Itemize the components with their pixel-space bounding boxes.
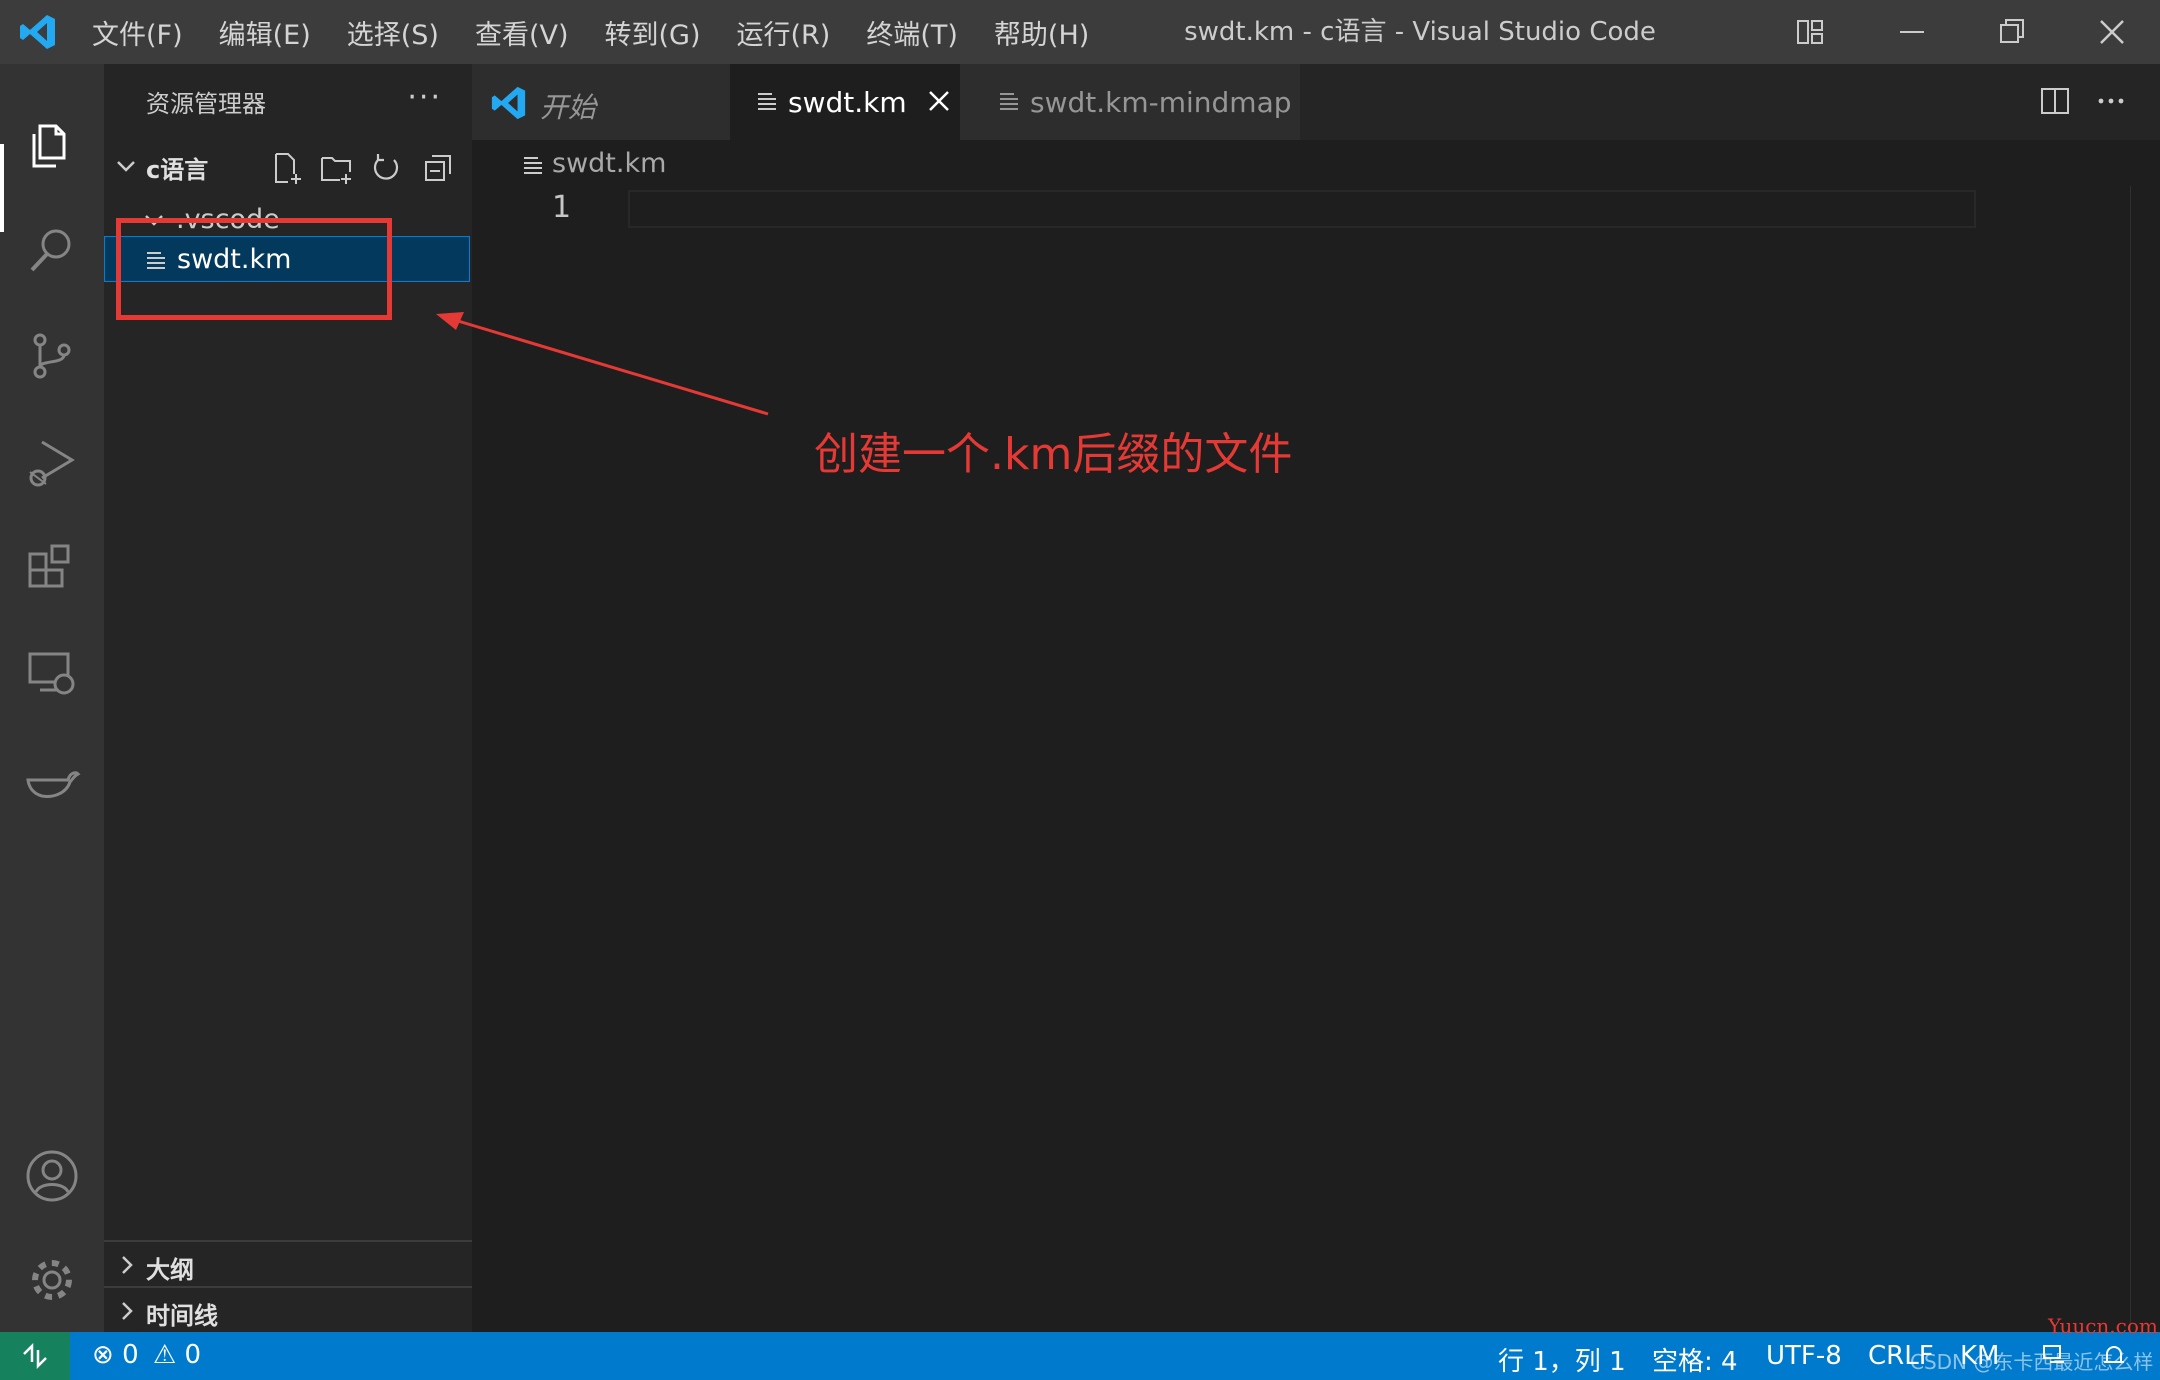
tab-label: swdt.km-mindmap	[1030, 86, 1292, 119]
timeline-section[interactable]: 时间线	[104, 1286, 472, 1334]
more-actions-icon[interactable]: ···	[407, 80, 442, 115]
file-lines-icon	[524, 157, 542, 174]
more-actions-icon[interactable]	[2094, 84, 2128, 118]
menu-terminal[interactable]: 终端(T)	[866, 13, 958, 52]
minimize-icon[interactable]	[1892, 12, 1932, 52]
tab-label: swdt.km	[788, 86, 907, 119]
tab-label: 开始	[540, 91, 597, 124]
new-folder-icon[interactable]	[318, 150, 354, 186]
tab-swdt-km[interactable]: swdt.km	[730, 64, 960, 140]
problems-indicator[interactable]: ⊗ 0 ⚠ 0	[92, 1340, 201, 1370]
chevron-right-icon	[122, 1256, 133, 1274]
watermark-text: CSDN @东卡西最近怎么样	[1910, 1350, 2154, 1374]
vscode-logo-icon	[491, 86, 526, 120]
error-count: 0	[122, 1340, 139, 1370]
remote-indicator[interactable]	[0, 1332, 70, 1380]
annotation-text: 创建一个.km后缀的文件	[814, 429, 1293, 480]
status-bar: ⊗ 0 ⚠ 0 行 1，列 1 空格: 4 UTF-8 CRLF KM CSDN…	[0, 1332, 2160, 1380]
folder-label: c语言	[146, 156, 209, 184]
line-number: 1	[552, 190, 572, 225]
warning-icon: ⚠	[152, 1340, 177, 1370]
split-editor-icon[interactable]	[2038, 84, 2072, 118]
restore-icon[interactable]	[1992, 12, 2032, 52]
file-lines-icon	[758, 93, 776, 110]
indentation[interactable]: 空格: 4	[1652, 1341, 1738, 1378]
close-tab-icon[interactable]	[926, 88, 952, 114]
search-icon[interactable]	[22, 220, 82, 280]
site-watermark: Yuucn.com	[2048, 1314, 2158, 1338]
chevron-down-icon	[117, 161, 135, 172]
menu-view[interactable]: 查看(V)	[475, 13, 569, 52]
breadcrumb-file[interactable]: swdt.km	[552, 148, 666, 179]
error-icon: ⊗	[92, 1340, 114, 1370]
tab-welcome[interactable]: 开始	[472, 64, 730, 140]
menu-selection[interactable]: 选择(S)	[347, 13, 439, 52]
menu-file[interactable]: 文件(F)	[92, 13, 183, 52]
docker-icon[interactable]	[22, 750, 82, 810]
collapse-all-icon[interactable]	[420, 150, 456, 186]
outline-section[interactable]: 大纲	[104, 1240, 472, 1288]
menu-run[interactable]: 运行(R)	[737, 13, 831, 52]
title-bar: 文件(F) 编辑(E) 选择(S) 查看(V) 转到(G) 运行(R) 终端(T…	[0, 0, 2160, 64]
menu-help[interactable]: 帮助(H)	[994, 13, 1089, 52]
active-indicator	[0, 144, 4, 232]
workspace-folder[interactable]: c语言	[104, 144, 472, 188]
menu-bar: 文件(F) 编辑(E) 选择(S) 查看(V) 转到(G) 运行(R) 终端(T…	[92, 0, 1125, 64]
tab-swdt-km-mindmap[interactable]: swdt.km-mindmap	[960, 64, 1300, 140]
layout-icon[interactable]	[1790, 12, 1830, 52]
remote-icon	[23, 1342, 47, 1370]
menu-edit[interactable]: 编辑(E)	[219, 13, 311, 52]
explorer-icon[interactable]	[22, 114, 82, 174]
vscode-logo-icon	[20, 15, 55, 49]
explorer-title: 资源管理器	[146, 90, 266, 118]
outline-label: 大纲	[146, 1256, 194, 1284]
editor-scrollbar[interactable]	[2130, 186, 2160, 1332]
warning-count: 0	[184, 1340, 201, 1370]
chevron-right-icon	[122, 1302, 133, 1320]
file-lines-icon	[1000, 93, 1018, 110]
remote-explorer-icon[interactable]	[22, 644, 82, 704]
refresh-icon[interactable]	[368, 150, 404, 186]
editor-tab-bar: 开始 swdt.km swdt.km-mindmap	[472, 64, 2160, 140]
source-control-icon[interactable]	[22, 326, 82, 386]
encoding[interactable]: UTF-8	[1766, 1341, 1842, 1371]
menu-go[interactable]: 转到(G)	[605, 13, 701, 52]
annotation-highlight-box	[116, 218, 392, 320]
current-line-highlight[interactable]	[628, 190, 1976, 228]
manage-gear-icon[interactable]	[22, 1250, 82, 1310]
new-file-icon[interactable]	[268, 150, 304, 186]
run-debug-icon[interactable]	[22, 432, 82, 492]
cursor-position[interactable]: 行 1，列 1	[1498, 1341, 1626, 1378]
timeline-label: 时间线	[146, 1302, 218, 1330]
close-icon[interactable]	[2092, 12, 2132, 52]
account-icon[interactable]	[22, 1146, 82, 1206]
activity-bar	[0, 64, 104, 1332]
extensions-icon[interactable]	[22, 538, 82, 598]
breadcrumb[interactable]: swdt.km	[472, 140, 2160, 190]
window-title: swdt.km - c语言 - Visual Studio Code	[1184, 17, 1656, 47]
